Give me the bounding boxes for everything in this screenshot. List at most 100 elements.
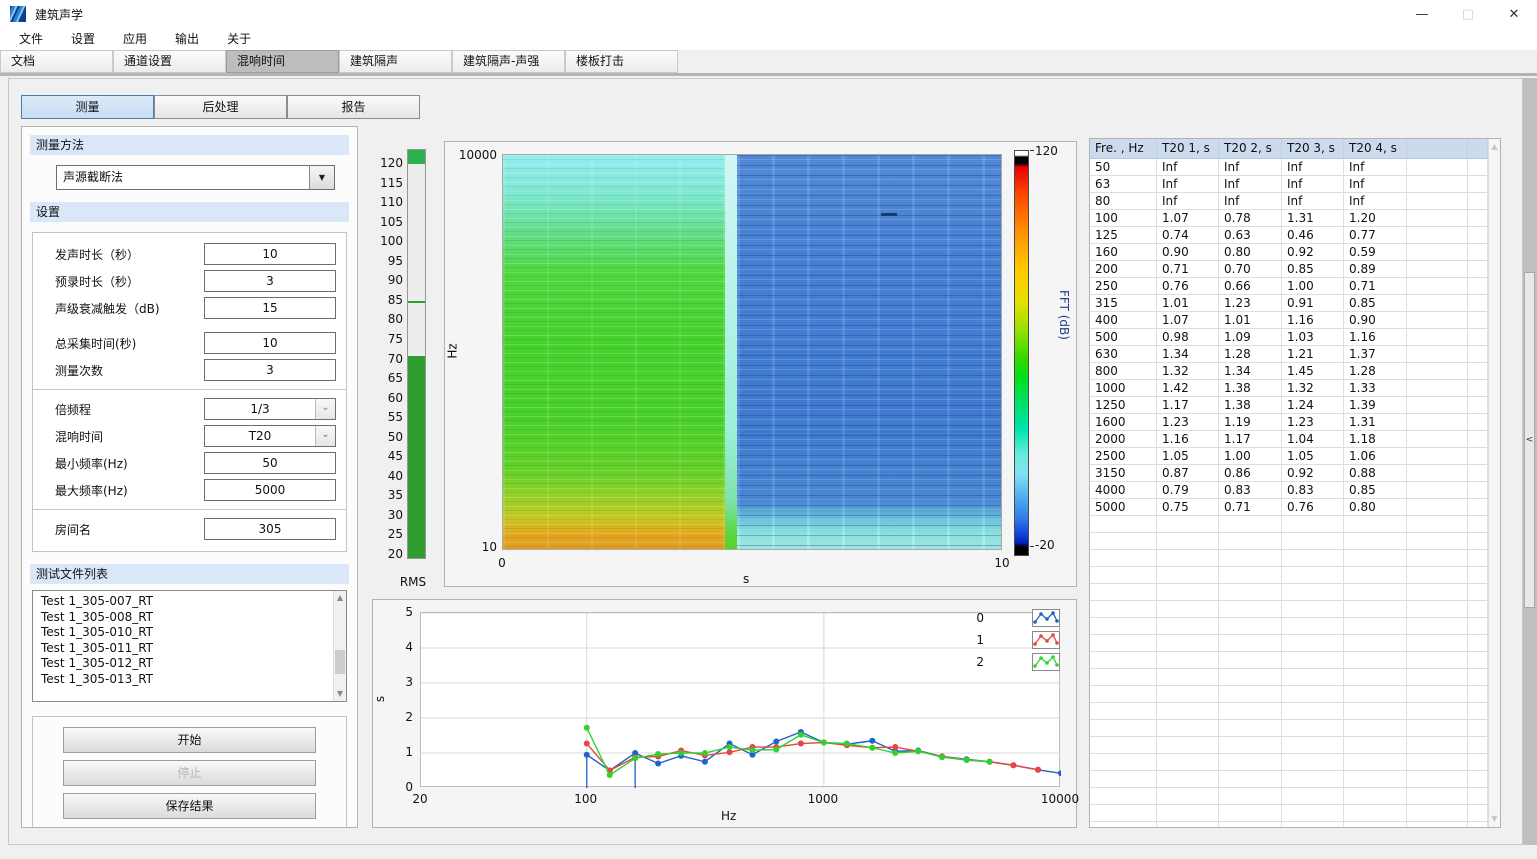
scroll-up-icon[interactable]: ▲: [334, 592, 346, 604]
table-cell: [1282, 788, 1344, 804]
test-file-list[interactable]: Test 1_305-007_RTTest 1_305-008_RTTest 1…: [32, 590, 347, 702]
panel-collapse-handle[interactable]: <: [1524, 272, 1535, 608]
minimize-button[interactable]: —: [1399, 0, 1445, 28]
list-item[interactable]: Test 1_305-013_RT: [41, 672, 330, 688]
table-row[interactable]: 31500.870.860.920.88: [1090, 465, 1488, 482]
tab-1[interactable]: 文档: [0, 50, 113, 73]
start-button[interactable]: 开始: [63, 727, 316, 753]
table-cell: [1407, 380, 1468, 396]
table-row[interactable]: 25001.051.001.051.06: [1090, 448, 1488, 465]
scroll-up-icon[interactable]: ▲: [1489, 141, 1500, 153]
field-input[interactable]: 5000: [204, 479, 336, 501]
rms-tick-label: 25: [373, 527, 403, 541]
subtab-1[interactable]: 测量: [21, 95, 154, 119]
table-row[interactable]: [1090, 516, 1488, 533]
menu-item-2[interactable]: 设置: [57, 28, 109, 50]
close-button[interactable]: ✕: [1491, 0, 1537, 28]
table-scrollbar[interactable]: ▲ ▼: [1488, 139, 1500, 827]
table-row[interactable]: 5000.981.091.031.16: [1090, 329, 1488, 346]
table-cell: 0.88: [1344, 465, 1407, 481]
table-row[interactable]: 4001.071.011.160.90: [1090, 312, 1488, 329]
field-input[interactable]: 15: [204, 297, 336, 319]
list-item[interactable]: Test 1_305-008_RT: [41, 610, 330, 626]
tab-5[interactable]: 建筑隔声-声强: [452, 50, 565, 73]
tab-2[interactable]: 通道设置: [113, 50, 226, 73]
table-row[interactable]: 3151.011.230.910.85: [1090, 295, 1488, 312]
table-cell: 0.59: [1344, 244, 1407, 260]
field-select[interactable]: 1/3⌄: [204, 398, 336, 420]
table-row[interactable]: [1090, 533, 1488, 550]
stop-button[interactable]: 停止: [63, 760, 316, 786]
table-cell: [1282, 516, 1344, 532]
table-cell: 0.85: [1344, 482, 1407, 498]
subtab-2[interactable]: 后处理: [154, 95, 287, 119]
table-row[interactable]: [1090, 754, 1488, 771]
measurement-method-select[interactable]: 声源截断法 ▼: [56, 165, 335, 190]
rms-bar-cap: [408, 150, 425, 164]
table-row[interactable]: [1090, 635, 1488, 652]
table-row[interactable]: [1090, 822, 1488, 827]
rms-label: RMS: [393, 575, 433, 589]
table-cell: [1344, 584, 1407, 600]
list-item[interactable]: Test 1_305-012_RT: [41, 656, 330, 672]
table-row[interactable]: [1090, 805, 1488, 822]
maximize-button[interactable]: □: [1445, 0, 1491, 28]
table-row[interactable]: [1090, 618, 1488, 635]
table-row[interactable]: [1090, 788, 1488, 805]
menu-item-4[interactable]: 输出: [161, 28, 213, 50]
table-row[interactable]: [1090, 737, 1488, 754]
table-row[interactable]: 1001.070.781.311.20: [1090, 210, 1488, 227]
menu-item-1[interactable]: 文件: [5, 28, 57, 50]
table-row[interactable]: [1090, 652, 1488, 669]
table-row[interactable]: [1090, 550, 1488, 567]
save-results-button[interactable]: 保存结果: [63, 793, 316, 819]
file-list-scrollbar[interactable]: ▲ ▼: [333, 591, 346, 701]
scrollbar-thumb[interactable]: [335, 650, 345, 674]
field-input[interactable]: 10: [204, 332, 336, 354]
list-item[interactable]: Test 1_305-011_RT: [41, 641, 330, 657]
chevron-down-icon[interactable]: ⌄: [315, 426, 335, 446]
scroll-down-icon[interactable]: ▼: [334, 688, 346, 700]
table-row[interactable]: 20001.161.171.041.18: [1090, 431, 1488, 448]
tab-4[interactable]: 建筑隔声: [339, 50, 452, 73]
tab-6[interactable]: 楼板打击: [565, 50, 678, 73]
menu-item-3[interactable]: 应用: [109, 28, 161, 50]
field-input[interactable]: 305: [204, 518, 336, 540]
menu-item-5[interactable]: 关于: [213, 28, 265, 50]
list-item[interactable]: Test 1_305-007_RT: [41, 594, 330, 610]
table-row[interactable]: 63InfInfInfInf: [1090, 176, 1488, 193]
field-input[interactable]: 3: [204, 270, 336, 292]
chevron-down-icon[interactable]: ⌄: [315, 399, 335, 419]
table-row[interactable]: 8001.321.341.451.28: [1090, 363, 1488, 380]
table-row[interactable]: 1250.740.630.460.77: [1090, 227, 1488, 244]
table-row[interactable]: [1090, 669, 1488, 686]
list-item[interactable]: Test 1_305-010_RT: [41, 625, 330, 641]
field-input[interactable]: 3: [204, 359, 336, 381]
table-row[interactable]: [1090, 601, 1488, 618]
table-row[interactable]: 2000.710.700.850.89: [1090, 261, 1488, 278]
subtab-3[interactable]: 报告: [287, 95, 420, 119]
table-row[interactable]: [1090, 584, 1488, 601]
table-row[interactable]: 50InfInfInfInf: [1090, 159, 1488, 176]
table-row[interactable]: [1090, 703, 1488, 720]
table-row[interactable]: 40000.790.830.830.85: [1090, 482, 1488, 499]
table-row[interactable]: 2500.760.661.000.71: [1090, 278, 1488, 295]
table-row[interactable]: 80InfInfInfInf: [1090, 193, 1488, 210]
table-row[interactable]: 16001.231.191.231.31: [1090, 414, 1488, 431]
line-chart-xlabel: Hz: [721, 809, 736, 823]
dropdown-arrow-icon[interactable]: ▼: [309, 166, 334, 189]
table-row[interactable]: 6301.341.281.211.37: [1090, 346, 1488, 363]
tab-3[interactable]: 混响时间: [226, 50, 339, 73]
table-row[interactable]: 50000.750.710.760.80: [1090, 499, 1488, 516]
table-row[interactable]: [1090, 720, 1488, 737]
field-select[interactable]: T20⌄: [204, 425, 336, 447]
table-row[interactable]: 10001.421.381.321.33: [1090, 380, 1488, 397]
table-row[interactable]: 1600.900.800.920.59: [1090, 244, 1488, 261]
table-row[interactable]: [1090, 771, 1488, 788]
field-input[interactable]: 10: [204, 243, 336, 265]
table-row[interactable]: [1090, 686, 1488, 703]
field-input[interactable]: 50: [204, 452, 336, 474]
table-row[interactable]: [1090, 567, 1488, 584]
scroll-down-icon[interactable]: ▼: [1489, 813, 1500, 825]
table-row[interactable]: 12501.171.381.241.39: [1090, 397, 1488, 414]
